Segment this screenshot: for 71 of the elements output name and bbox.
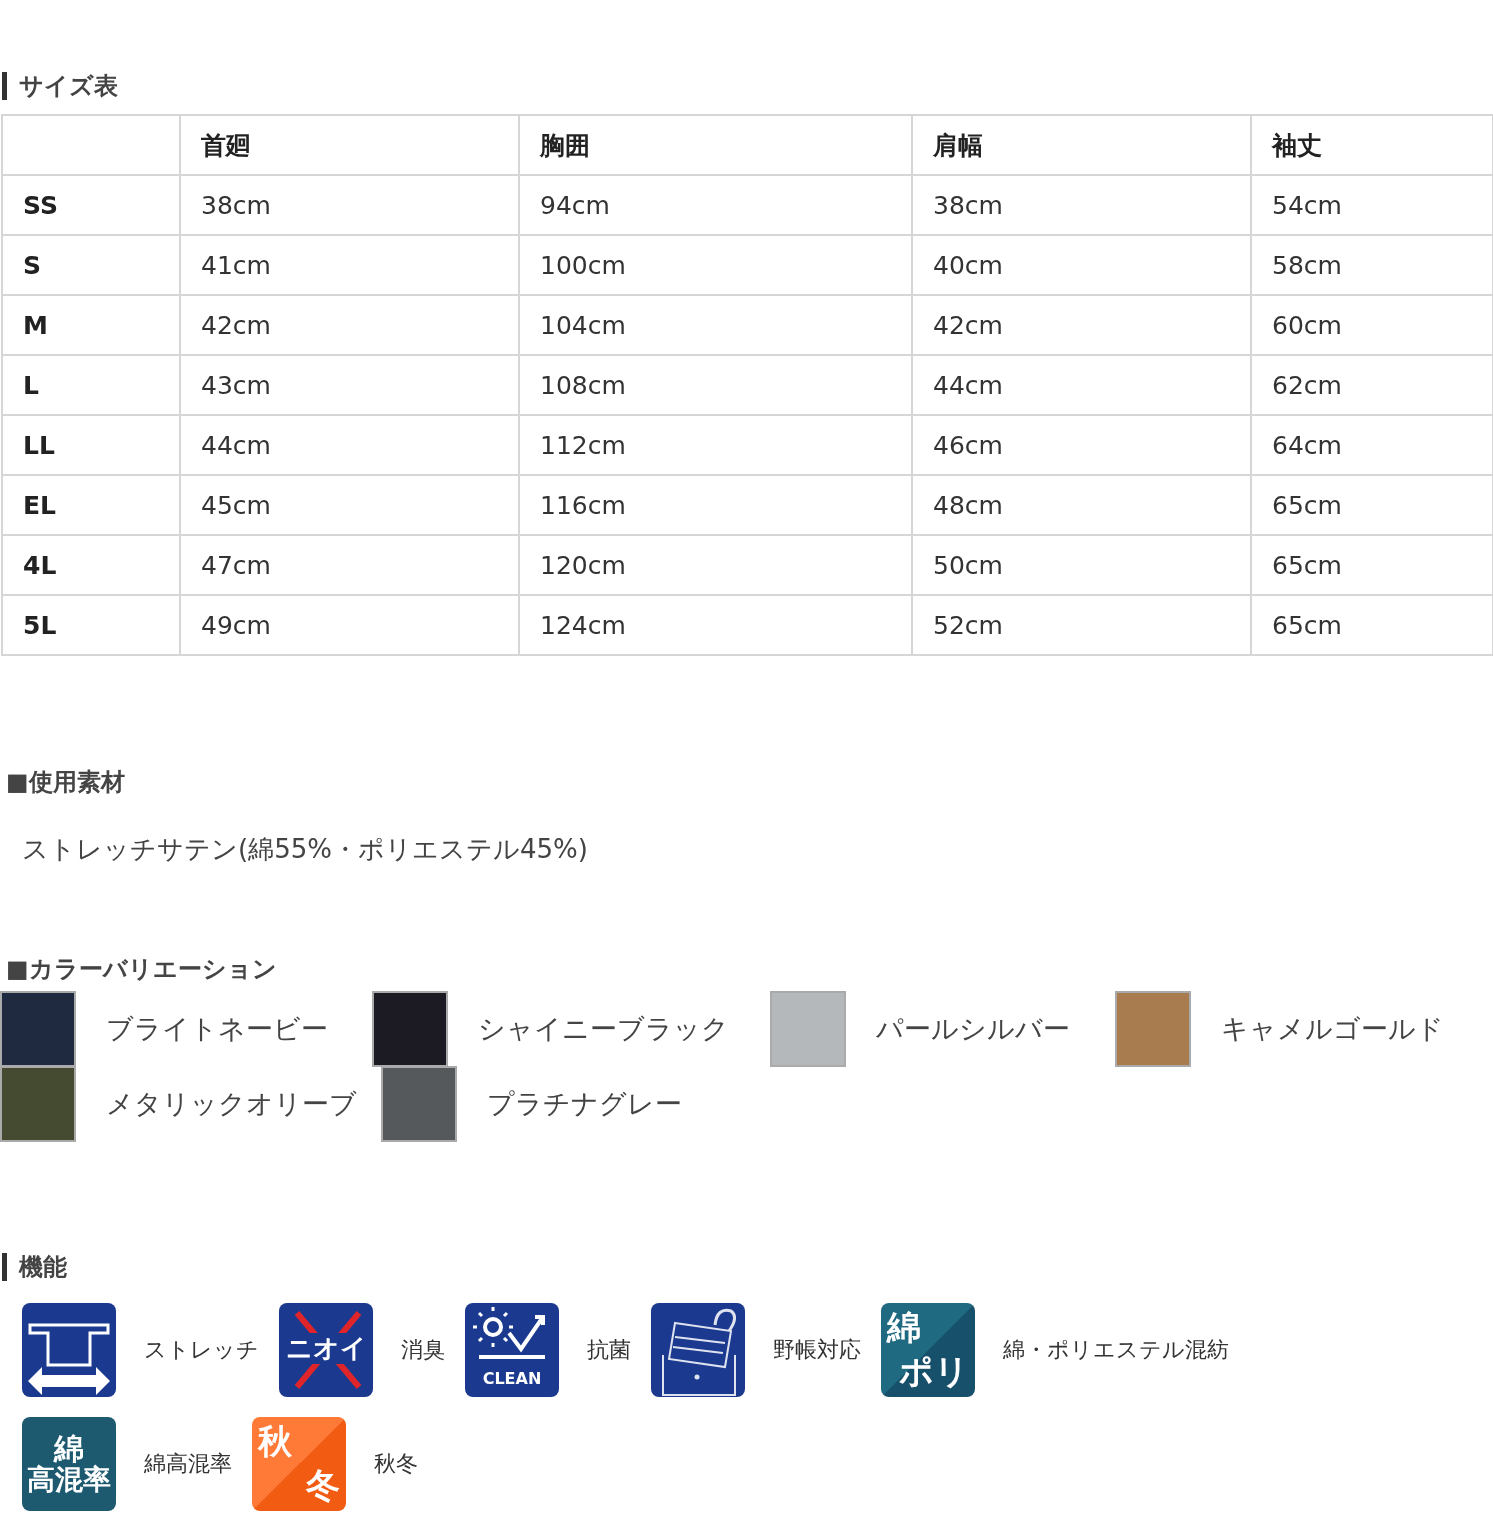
table-cell: 49cm bbox=[180, 595, 519, 655]
feature-label: ストレッチ bbox=[144, 1336, 259, 1364]
section-title: ■カラーバリエーション bbox=[5, 954, 278, 985]
table-cell: 42cm bbox=[180, 295, 519, 355]
table-cell: 65cm bbox=[1251, 595, 1493, 655]
table-cell: L bbox=[2, 355, 180, 415]
section-title: ■使用素材 bbox=[5, 767, 126, 798]
notebook-pocket-icon bbox=[651, 1303, 745, 1397]
color-name: メタリックオリーブ bbox=[106, 1086, 357, 1121]
table-cell: S bbox=[2, 235, 180, 295]
table-cell: 52cm bbox=[912, 595, 1251, 655]
table-header: 首廻 bbox=[180, 115, 519, 175]
table-cell: 45cm bbox=[180, 475, 519, 535]
table-header: 肩幅 bbox=[912, 115, 1251, 175]
section-title: サイズ表 bbox=[19, 71, 118, 102]
feature-label: 野帳対応 bbox=[773, 1336, 861, 1364]
table-cell: 64cm bbox=[1251, 415, 1493, 475]
color-name: ブライトネービー bbox=[106, 1011, 328, 1046]
table-cell: 100cm bbox=[519, 235, 912, 295]
table-cell: 116cm bbox=[519, 475, 912, 535]
table-cell: 5L bbox=[2, 595, 180, 655]
fabric-icon: 綿 ポリ bbox=[881, 1303, 975, 1397]
color-name: プラチナグレー bbox=[487, 1086, 682, 1121]
heading-marker bbox=[2, 72, 7, 100]
table-cell: 42cm bbox=[912, 295, 1251, 355]
table-cell: LL bbox=[2, 415, 180, 475]
fabric-icon: 秋 冬 bbox=[252, 1417, 346, 1511]
color-name: キャメルゴールド bbox=[1221, 1011, 1444, 1046]
color-name: パールシルバー bbox=[876, 1011, 1070, 1046]
table-cell: 65cm bbox=[1251, 535, 1493, 595]
table-cell: 112cm bbox=[519, 415, 912, 475]
table-cell: 104cm bbox=[519, 295, 912, 355]
table-cell: 41cm bbox=[180, 235, 519, 295]
color-name: シャイニーブラック bbox=[478, 1011, 729, 1046]
feature-label: 綿高混率 bbox=[144, 1450, 232, 1478]
shirt-stretch-icon bbox=[22, 1303, 116, 1397]
table-cell: 120cm bbox=[519, 535, 912, 595]
table-cell: 60cm bbox=[1251, 295, 1493, 355]
table-cell: 94cm bbox=[519, 175, 912, 235]
table-cell: 43cm bbox=[180, 355, 519, 415]
feature-label: 綿・ポリエステル混紡 bbox=[1003, 1336, 1229, 1364]
heading-marker bbox=[2, 1253, 7, 1281]
table-header: 胸囲 bbox=[519, 115, 912, 175]
table-cell: M bbox=[2, 295, 180, 355]
fabric-icon: 綿 高混率 bbox=[22, 1417, 116, 1511]
table-cell: 62cm bbox=[1251, 355, 1493, 415]
table-cell: 38cm bbox=[180, 175, 519, 235]
table-cell: 108cm bbox=[519, 355, 912, 415]
feature-label: 消臭 bbox=[401, 1336, 445, 1364]
table-cell: 124cm bbox=[519, 595, 912, 655]
feature-label: 抗菌 bbox=[587, 1336, 631, 1364]
table-cell: 50cm bbox=[912, 535, 1251, 595]
table-cell: 44cm bbox=[180, 415, 519, 475]
table-header: 袖丈 bbox=[1251, 115, 1493, 175]
antibacterial-icon: CLEAN bbox=[465, 1303, 559, 1397]
feature-label: 秋冬 bbox=[374, 1450, 418, 1478]
table-cell: 40cm bbox=[912, 235, 1251, 295]
table-cell: SS bbox=[2, 175, 180, 235]
table-cell: 65cm bbox=[1251, 475, 1493, 535]
table-cell: EL bbox=[2, 475, 180, 535]
table-cell: 47cm bbox=[180, 535, 519, 595]
table-cell: 44cm bbox=[912, 355, 1251, 415]
table-cell: 4L bbox=[2, 535, 180, 595]
table-cell: 48cm bbox=[912, 475, 1251, 535]
material-text: ストレッチサテン(綿55%・ポリエステル45%) bbox=[21, 833, 589, 866]
table-cell: 54cm bbox=[1251, 175, 1493, 235]
table-cell: 58cm bbox=[1251, 235, 1493, 295]
odor-icon: ニオイ bbox=[279, 1303, 373, 1397]
table-cell: 38cm bbox=[912, 175, 1251, 235]
section-title: 機能 bbox=[19, 1252, 67, 1283]
table-cell: 46cm bbox=[912, 415, 1251, 475]
